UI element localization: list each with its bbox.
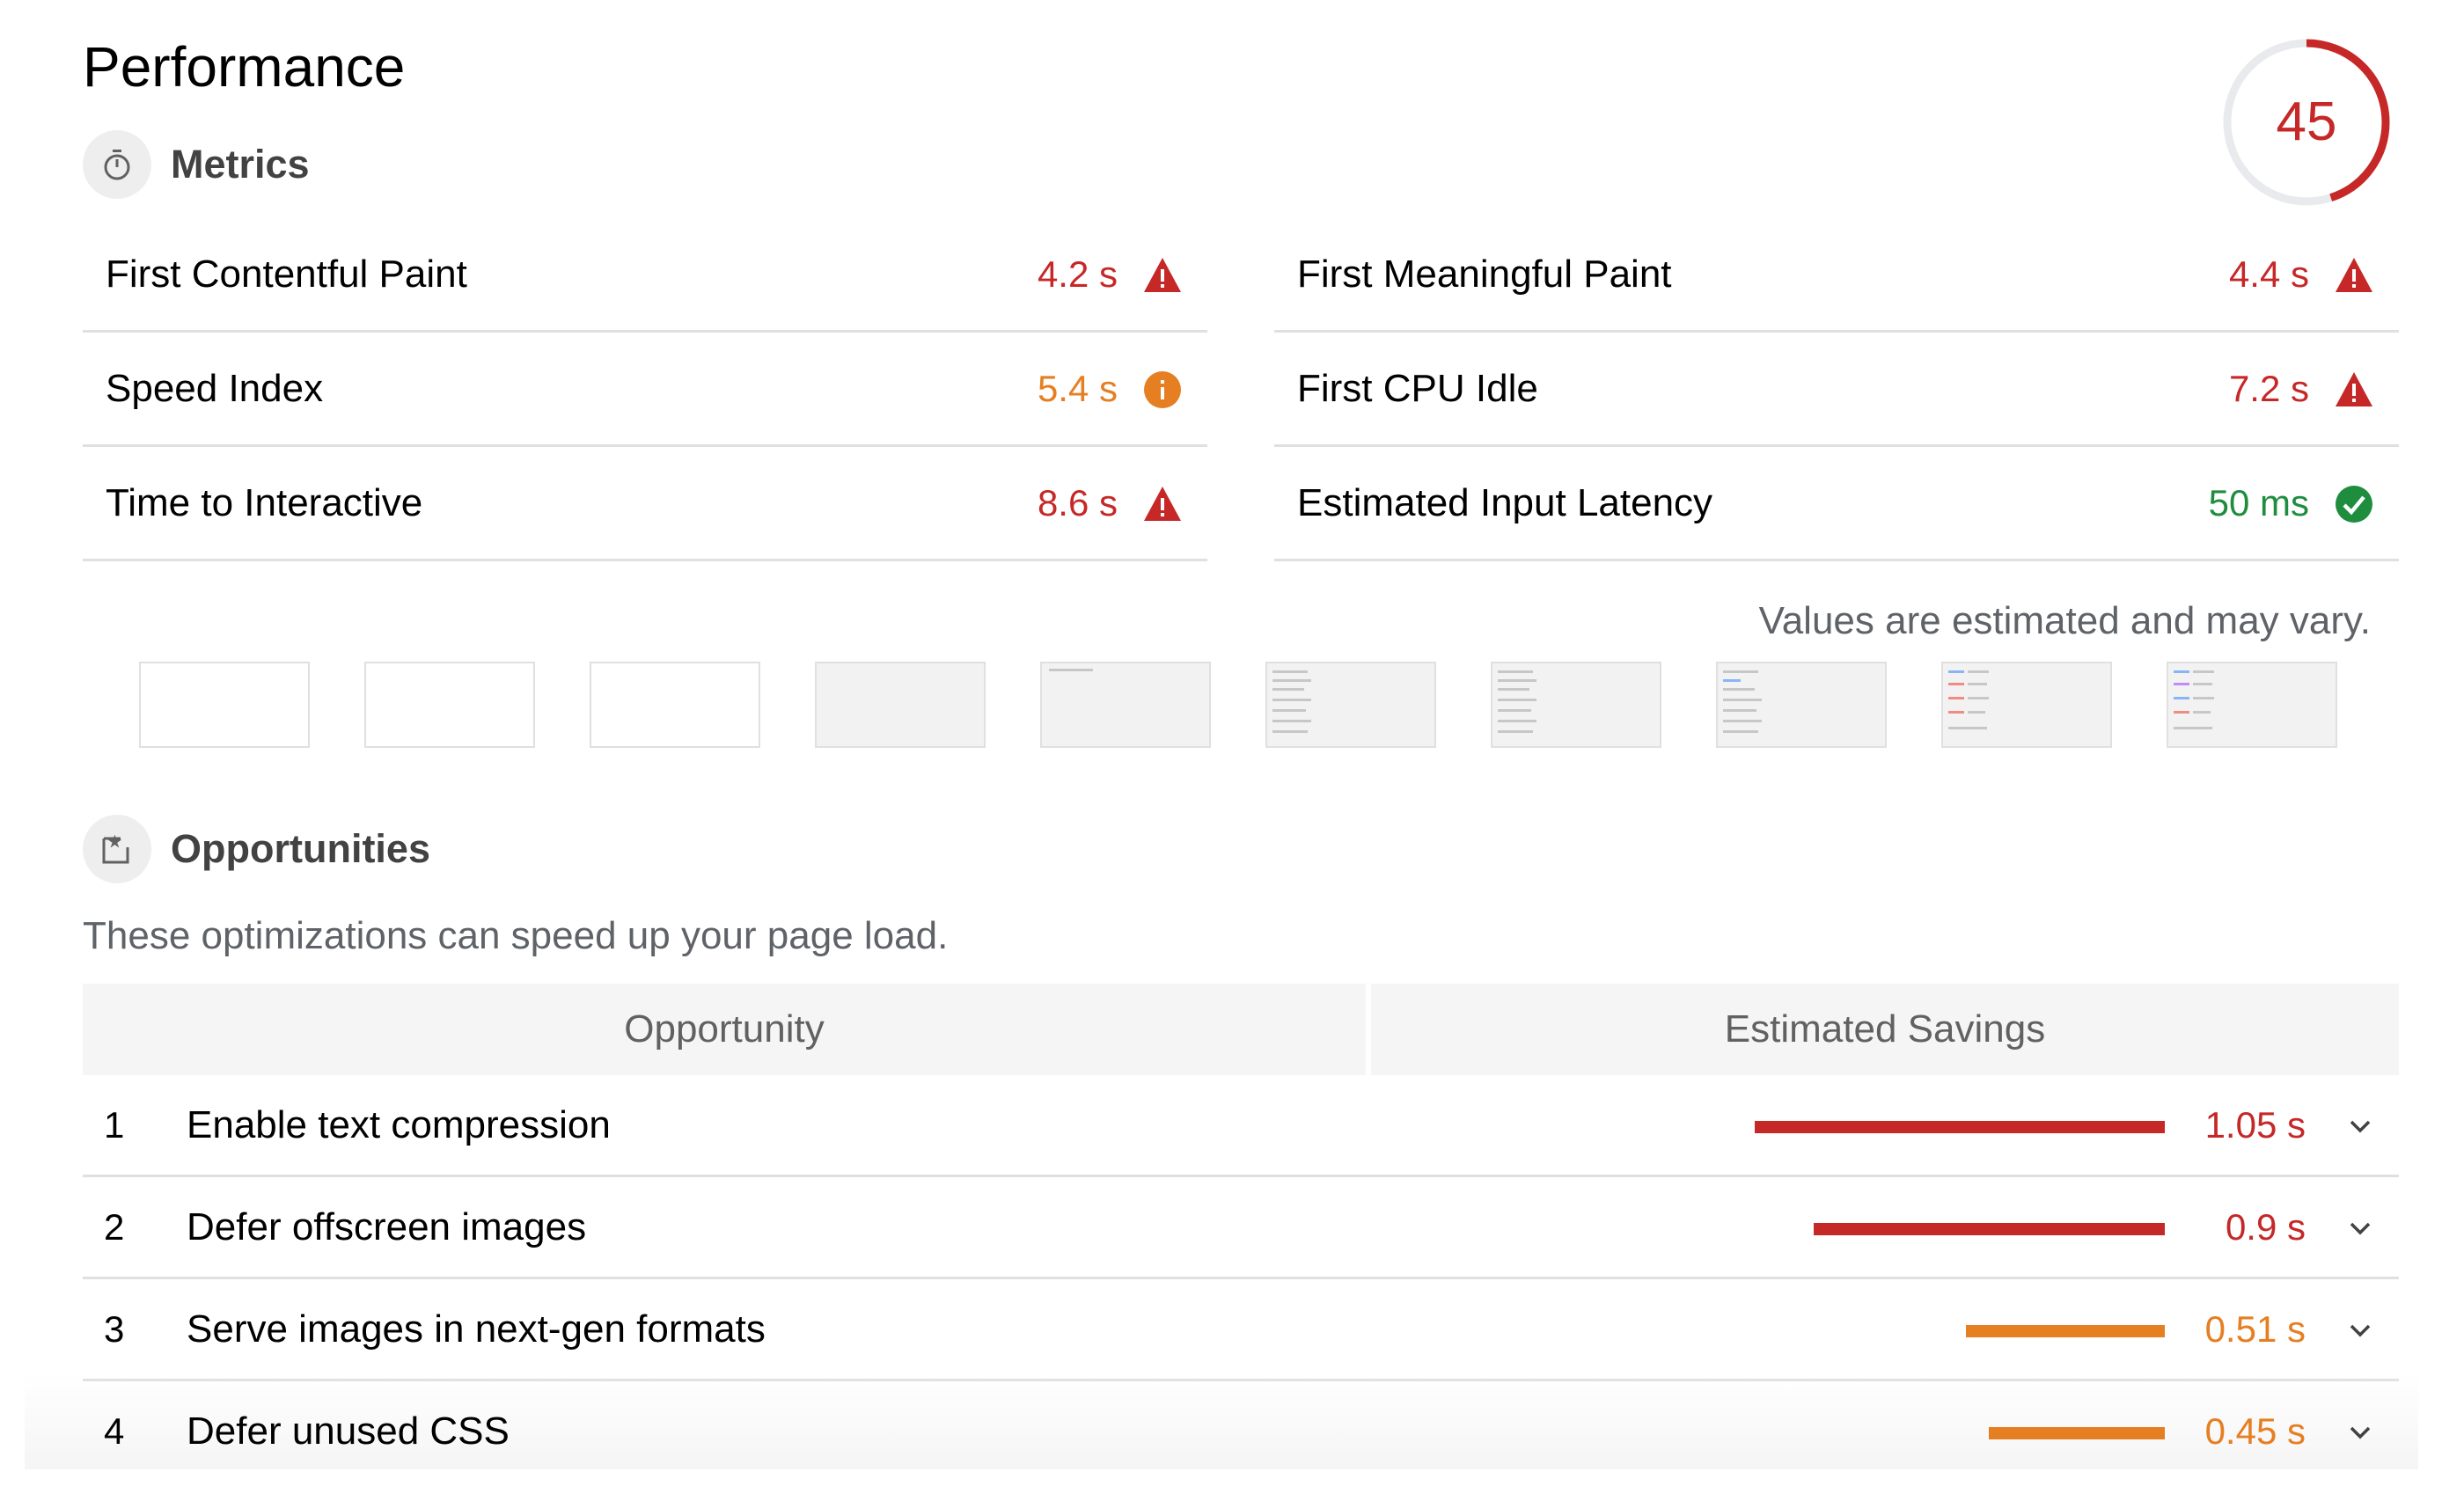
opportunity-icon <box>83 815 151 883</box>
opportunity-row[interactable]: 4 Defer unused CSS 0.45 s <box>83 1381 2399 1483</box>
metric-first-cpu-idle: First CPU Idle 7.2 s <box>1274 333 2399 447</box>
chevron-down-icon[interactable] <box>2344 1212 2376 1244</box>
filmstrip-frame[interactable] <box>590 662 760 748</box>
filmstrip-frame[interactable] <box>815 662 986 748</box>
metric-estimated-input-latency: Estimated Input Latency 50 ms <box>1274 447 2399 561</box>
filmstrip-frame[interactable] <box>1040 662 1211 748</box>
savings-value: 1.05 s <box>2204 1104 2306 1146</box>
chevron-down-icon[interactable] <box>2344 1417 2376 1448</box>
row-number: 3 <box>104 1308 125 1350</box>
metric-name: Time to Interactive <box>106 481 423 524</box>
score-value: 45 <box>2276 92 2337 152</box>
row-number: 4 <box>104 1410 125 1452</box>
metric-value: 5.4 s <box>1037 368 1118 409</box>
chevron-down-icon[interactable] <box>2344 1110 2376 1142</box>
estimate-note: Values are estimated and may vary. <box>1758 599 2371 642</box>
opportunity-row[interactable]: 3 Serve images in next-gen formats 0.51 … <box>83 1279 2399 1381</box>
metric-time-to-interactive: Time to Interactive 8.6 s <box>83 447 1207 561</box>
score-gauge: 45 <box>2218 34 2394 210</box>
column-header-opportunity: Opportunity <box>83 984 1366 1075</box>
row-number: 2 <box>104 1206 125 1248</box>
metric-name: Estimated Input Latency <box>1297 481 1713 524</box>
filmstrip-frame[interactable] <box>1491 662 1661 748</box>
column-header-savings: Estimated Savings <box>1371 984 2399 1075</box>
info-circle-icon <box>1144 371 1181 408</box>
filmstrip-frame[interactable] <box>139 662 310 748</box>
filmstrip-frame[interactable] <box>2167 662 2337 748</box>
metric-value: 8.6 s <box>1037 482 1118 524</box>
savings-bar <box>1965 1325 2165 1337</box>
metric-first-meaningful-paint: First Meaningful Paint 4.4 s <box>1274 218 2399 333</box>
warning-triangle-icon <box>1144 258 1181 292</box>
page-title: Performance <box>83 35 406 99</box>
metric-name: Speed Index <box>106 367 324 410</box>
savings-value: 0.51 s <box>2204 1308 2306 1350</box>
metric-name: First Contentful Paint <box>106 253 467 296</box>
filmstrip-frame[interactable] <box>1716 662 1887 748</box>
opportunities-description: These optimizations can speed up your pa… <box>83 914 949 957</box>
opportunities-section-label: Opportunities <box>171 826 430 871</box>
performance-report: Performance 45 Metrics First Contentful … <box>0 0 2464 1501</box>
opportunity-row[interactable]: 2 Defer offscreen images 0.9 s <box>83 1177 2399 1279</box>
savings-value: 0.45 s <box>2204 1410 2306 1452</box>
row-title: Enable text compression <box>187 1103 611 1146</box>
filmstrip-frame[interactable] <box>1941 662 2112 748</box>
metric-value: 4.2 s <box>1037 253 1118 295</box>
savings-bar <box>1989 1427 2165 1439</box>
metric-name: First CPU Idle <box>1297 367 1538 410</box>
row-number: 1 <box>104 1104 125 1146</box>
warning-triangle-icon <box>2336 258 2372 292</box>
chevron-down-icon[interactable] <box>2344 1314 2376 1346</box>
warning-triangle-icon <box>2336 372 2372 406</box>
savings-bar <box>1813 1223 2165 1235</box>
metric-name: First Meaningful Paint <box>1297 253 1672 296</box>
metric-speed-index: Speed Index 5.4 s <box>83 333 1207 447</box>
stopwatch-icon <box>83 130 151 199</box>
metric-value: 7.2 s <box>2228 368 2309 409</box>
metric-first-contentful-paint: First Contentful Paint 4.2 s <box>83 218 1207 333</box>
row-title: Defer offscreen images <box>187 1205 587 1248</box>
check-circle-icon <box>2336 486 2372 523</box>
opportunity-row[interactable]: 1 Enable text compression 1.05 s <box>83 1075 2399 1177</box>
filmstrip-frame[interactable] <box>1265 662 1436 748</box>
filmstrip-frame[interactable] <box>364 662 535 748</box>
row-title: Defer unused CSS <box>187 1409 510 1453</box>
warning-triangle-icon <box>1144 487 1181 521</box>
row-title: Serve images in next-gen formats <box>187 1307 766 1351</box>
metric-value: 4.4 s <box>2228 253 2309 295</box>
savings-value: 0.9 s <box>2225 1206 2306 1248</box>
metrics-section-label: Metrics <box>171 142 310 187</box>
metric-value: 50 ms <box>2208 482 2309 524</box>
savings-bar <box>1755 1121 2165 1133</box>
